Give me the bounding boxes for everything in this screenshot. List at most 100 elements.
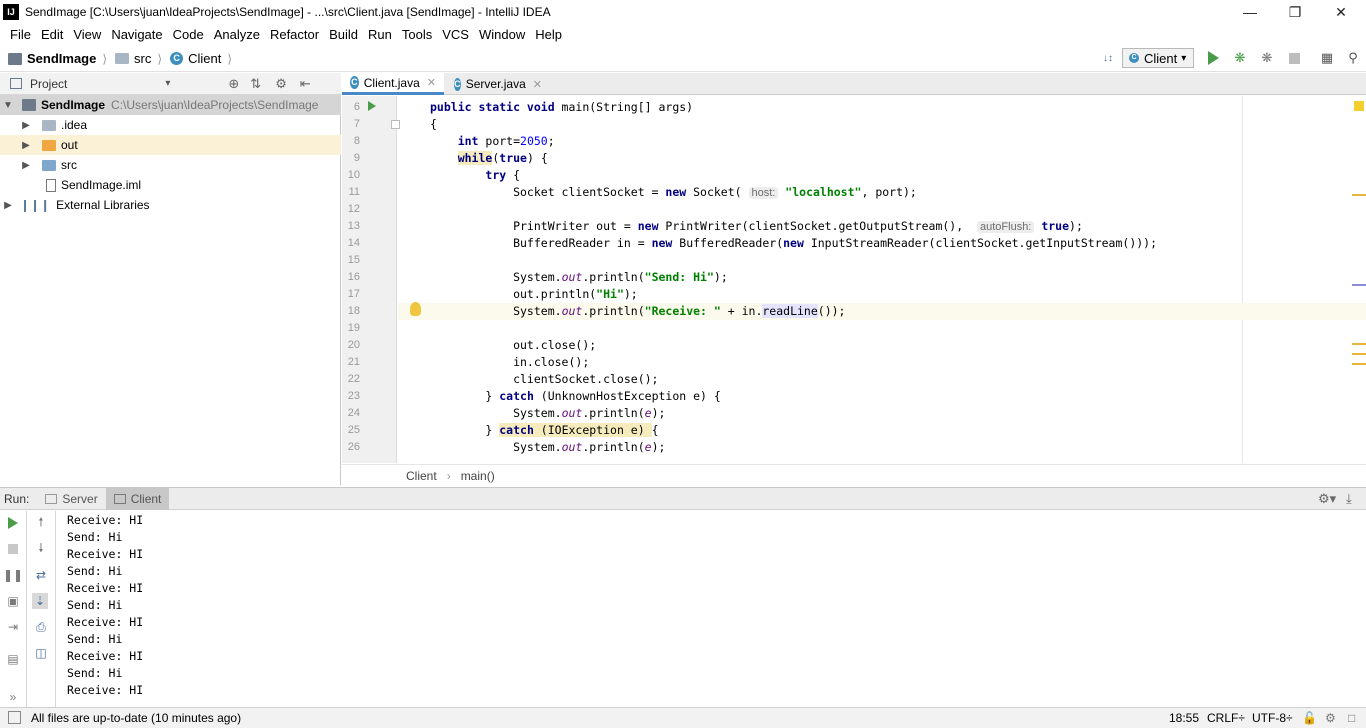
status-message[interactable]: All files are up-to-date (10 minutes ago… [31,711,241,725]
run-tab-server[interactable]: Server [37,488,105,510]
collapsed-arrow-icon[interactable]: ▶ [20,160,32,171]
print-button[interactable]: ⎙ [33,619,49,635]
console-output[interactable] [57,511,1366,707]
error-stripe-marker[interactable] [1352,343,1366,345]
lock-icon[interactable]: 🔓 [1302,711,1317,725]
hide-panel-icon[interactable]: ⤓ [1346,491,1352,507]
project-structure-button[interactable]: ▦ [1319,50,1335,66]
debug-button[interactable]: ❋ [1232,50,1248,66]
collapsed-arrow-icon[interactable]: ▶ [20,140,32,151]
dump-threads-button[interactable]: ▣ [5,593,21,609]
tool-windows-icon[interactable] [8,711,21,724]
scroll-up-button[interactable]: 🠕 [33,515,49,531]
module-icon [22,99,36,111]
arrow-down-icon: 🠗 [38,540,44,555]
menu-analyze[interactable]: Analyze [209,27,265,42]
clear-all-button[interactable]: ◫ [33,645,49,661]
run-gutter-icon[interactable] [368,101,376,111]
code-line-11: Socket clientSocket = new Socket( host: … [430,185,917,199]
tree-item-sendimage-iml[interactable]: SendImage.iml [0,175,341,195]
error-stripe-marker[interactable] [1352,284,1366,286]
close-button[interactable]: ✕ [1318,0,1364,24]
hide-panel-icon[interactable]: ⇤ [300,76,311,92]
tab-client-java[interactable]: C Client.java ✕ [342,73,444,95]
menu-navigate[interactable]: Navigate [106,27,167,42]
nav-crumb-project[interactable]: SendImage ⟩ [8,51,107,66]
run-button[interactable] [1205,50,1221,66]
menu-vcs[interactable]: VCS [437,27,474,42]
gear-icon[interactable]: ⚙ [275,76,287,92]
tree-item-sendimage[interactable]: ▼ SendImage C:\Users\juan\IdeaProjects\S… [0,95,341,115]
menu-code[interactable]: Code [168,27,209,42]
chevron-down-icon[interactable]: ▾ [165,78,170,89]
code-line-21: in.close(); [430,355,590,369]
inspection-status-icon[interactable] [1354,101,1364,111]
stop-icon [8,544,18,554]
project-panel-title[interactable]: Project [30,77,67,91]
run-configuration-select[interactable]: C Client ▾ [1122,48,1194,68]
search-everywhere-button[interactable]: ⚲ [1345,50,1361,66]
fold-marker-icon[interactable] [391,120,400,129]
expanded-arrow-icon[interactable]: ▼ [2,100,14,111]
menu-window[interactable]: Window [474,27,530,42]
line-number: 6 [353,101,360,113]
tree-item-label: out [61,138,78,152]
locate-icon[interactable]: ⊕ [228,76,239,92]
run-panel-header: Run: Server Client ⚙▾ ⤓ [0,487,1366,510]
run-tab-client[interactable]: Client [105,487,170,510]
error-stripe-marker[interactable] [1352,194,1366,196]
exit-icon: ⇥ [7,620,19,634]
lightbulb-icon[interactable] [410,302,421,316]
breadcrumb-class[interactable]: Client [406,469,437,483]
collapsed-arrow-icon[interactable]: ▶ [20,120,32,131]
close-tab-icon[interactable]: ✕ [427,76,436,89]
tree-item-src[interactable]: ▶ src [0,155,341,175]
collapsed-arrow-icon[interactable]: ▶ [2,200,14,211]
minimize-button[interactable]: — [1227,0,1273,24]
chevron-right-icon: ⟩ [227,51,233,66]
tree-item-external-libraries[interactable]: ▶ ❙❙❙ External Libraries [0,195,341,215]
menu-refactor[interactable]: Refactor [265,27,324,42]
caret-position[interactable]: 18:55 [1169,711,1199,725]
file-encoding[interactable]: UTF-8÷ [1252,711,1293,725]
scroll-to-end-button[interactable]: ⇣ [32,593,48,609]
collapse-all-icon[interactable]: ⇅ [250,76,261,92]
error-stripe-marker[interactable] [1352,363,1366,365]
intellij-logo-icon: IJ [3,4,19,20]
menu-build[interactable]: Build [324,27,363,42]
nav-crumb-file[interactable]: C Client ⟩ [170,51,232,66]
nav-crumb-folder[interactable]: src ⟩ [115,51,162,66]
menu-view[interactable]: View [68,27,106,42]
close-icon: ✕ [1335,3,1347,20]
layout-button[interactable]: ▤ [5,651,21,667]
rerun-button[interactable] [5,515,21,531]
scroll-down-button[interactable]: 🠗 [33,541,49,557]
sort-icon[interactable]: ↓↕ [1100,50,1116,66]
gear-icon[interactable]: ⚙▾ [1318,491,1336,507]
line-number: 10 [347,169,360,181]
stop-button[interactable] [5,541,21,557]
tree-item-label: SendImage [41,98,106,112]
maximize-button[interactable]: ❐ [1272,0,1318,24]
event-log-icon[interactable]: □ [1348,711,1355,725]
menu-run[interactable]: Run [363,27,397,42]
line-separator[interactable]: CRLF÷ [1207,711,1245,725]
tree-item-idea[interactable]: ▶ .idea [0,115,341,135]
menu-edit[interactable]: Edit [36,27,68,42]
tree-item-out[interactable]: ▶ out [0,135,341,155]
menu-tools[interactable]: Tools [397,27,437,42]
error-stripe-marker[interactable] [1352,353,1366,355]
inspector-icon[interactable]: ⚙ [1325,711,1336,725]
more-button[interactable]: » [5,689,21,705]
stop-button[interactable] [1286,50,1302,66]
close-tab-icon[interactable]: ✕ [533,78,542,91]
soft-wrap-button[interactable]: ⇄ [33,567,49,583]
pause-button[interactable]: ❚❚ [3,567,23,583]
menu-help[interactable]: Help [530,27,567,42]
menu-file[interactable]: File [5,27,36,42]
console-icon [45,493,58,504]
tab-server-java[interactable]: C Server.java ✕ [446,73,550,95]
breadcrumb-method[interactable]: main() [461,469,495,483]
coverage-button[interactable]: ❋ [1259,50,1275,66]
exit-button[interactable]: ⇥ [5,619,21,635]
